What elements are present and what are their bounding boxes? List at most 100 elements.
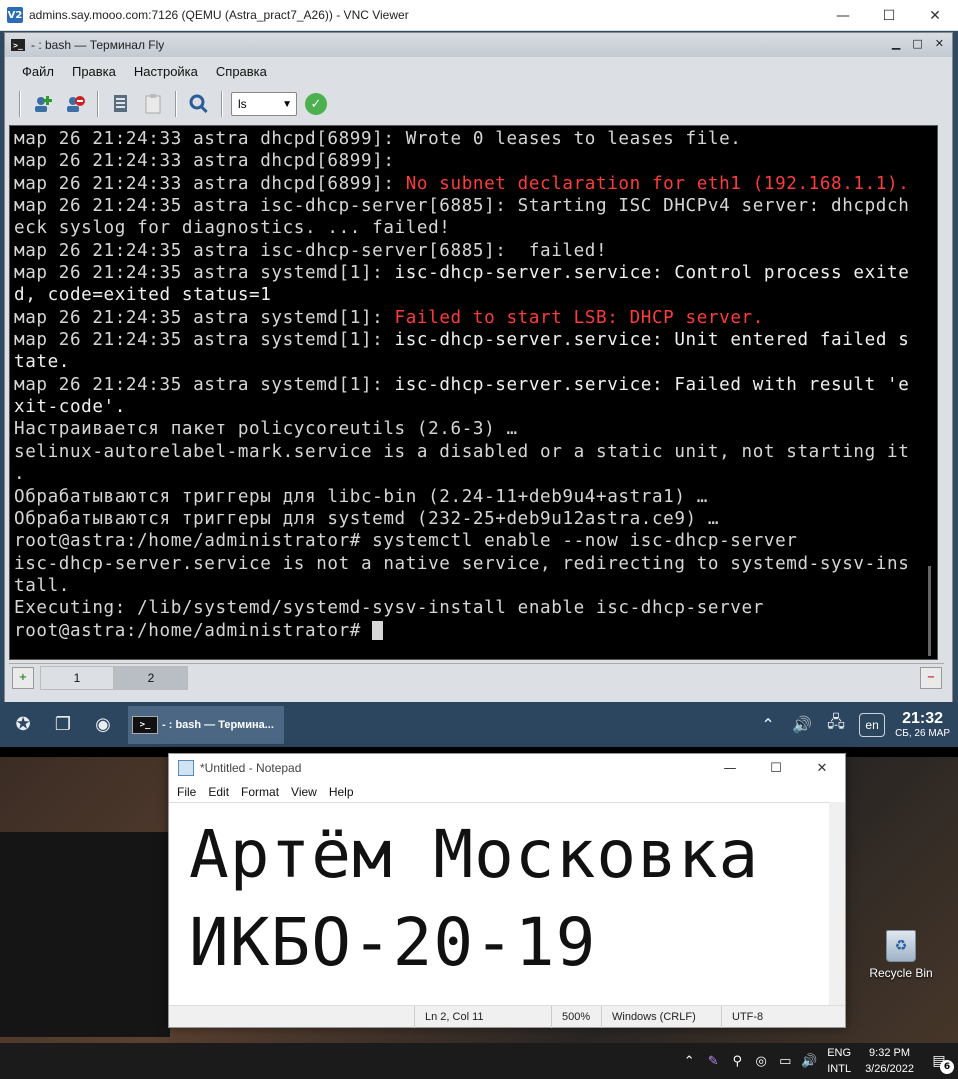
astra-time: 21:32 [902, 710, 943, 727]
terminal-fly-window: >_ - : bash — Терминал Fly ▁ □ ✕ Файл Пр… [4, 32, 953, 725]
notification-center-icon[interactable]: ▤ 6 [928, 1050, 954, 1074]
terminal-maximize-button[interactable]: □ [912, 37, 922, 50]
volume-icon[interactable]: 🔊 [797, 1043, 821, 1079]
paste-icon[interactable] [139, 90, 167, 118]
menu-file[interactable]: Файл [13, 64, 63, 79]
astra-date: СБ, 26 МАР [895, 728, 950, 739]
status-line-ending: Windows (CRLF) [601, 1005, 721, 1028]
terminal-titlebar: >_ - : bash — Терминал Fly ▁ □ ✕ [5, 33, 952, 57]
status-encoding: UTF-8 [721, 1005, 841, 1028]
new-tab-icon[interactable] [29, 90, 57, 118]
input-language[interactable]: ENG INTL [827, 1045, 851, 1077]
terminal-line-highlight: isc-dhcp-server.service: Failed with res… [394, 374, 910, 395]
vnc-maximize-button[interactable]: ☐ [866, 0, 912, 31]
start-menu-icon[interactable]: ✪ [6, 708, 40, 742]
recycle-bin-label: Recycle Bin [869, 966, 933, 980]
terminal-line: xit-code'. [14, 396, 937, 418]
notepad-statusbar: Ln 2, Col 11 500% Windows (CRLF) UTF-8 [169, 1005, 845, 1028]
add-tab-icon[interactable]: + [12, 666, 34, 689]
close-tab-icon[interactable] [61, 90, 89, 118]
copy-icon[interactable] [107, 90, 135, 118]
taskbar-terminal-label: - : bash — Термина... [162, 718, 274, 731]
terminal-tab-2[interactable]: 2 [114, 665, 188, 690]
terminal-line: Executing: /lib/systemd/systemd-sysv-ins… [14, 597, 937, 619]
notepad-line-1: Артём Московка [189, 816, 760, 893]
terminal-line-highlight: Failed to start LSB: DHCP server. [394, 307, 764, 328]
terminal-icon: >_ [11, 39, 25, 51]
terminal-toolbar: ls ▼ ✓ [5, 85, 952, 123]
terminal-line: мар 26 21:24:35 astra systemd[1]: isc-dh… [14, 374, 937, 396]
vnc-tray-icon[interactable]: ◎ [749, 1043, 773, 1079]
terminal-line-highlight: xit-code'. [14, 397, 126, 418]
command-select[interactable]: ls ▼ [231, 92, 297, 116]
vnc-minimize-button[interactable]: — [820, 0, 866, 31]
menu-edit[interactable]: Правка [63, 64, 125, 79]
notepad-menu-edit[interactable]: Edit [204, 785, 233, 799]
terminal-line-text: мар 26 21:24:35 astra systemd[1]: [14, 330, 395, 351]
terminal-title: - : bash — Терминал Fly [31, 38, 165, 52]
terminal-tabbar: + 1 2 − [9, 663, 944, 691]
terminal-line-text: . [14, 464, 26, 485]
vnc-close-button[interactable]: ✕ [912, 0, 958, 31]
toolbar-separator [97, 91, 99, 117]
windows-date: 3/26/2022 [865, 1063, 914, 1075]
terminal-line-text: Обрабатываются триггеры для libc-bin (2.… [14, 486, 708, 507]
notepad-minimize-button[interactable]: — [707, 754, 753, 782]
terminal-line-text: Executing: /lib/systemd/systemd-sysv-ins… [14, 598, 764, 619]
notepad-text-area[interactable]: Артём Московка ИКБО-20-19 [169, 802, 831, 1005]
chevron-down-icon: ▼ [282, 98, 292, 110]
terminal-line-text: Обрабатываются триггеры для systemd (232… [14, 508, 720, 529]
menu-help[interactable]: Справка [207, 64, 276, 79]
volume-icon[interactable]: 🔊 [787, 710, 817, 740]
background-window [0, 832, 170, 1037]
taskbar-terminal-item[interactable]: >_ - : bash — Термина... [128, 705, 284, 744]
terminal-close-button[interactable]: ✕ [935, 37, 944, 50]
vm-screen: >_ - : bash — Терминал Fly ▁ □ ✕ Файл Пр… [0, 31, 958, 747]
terminal-line-text: eck syslog for diagnostics. ... failed! [14, 218, 451, 239]
notepad-scrollbar[interactable] [829, 802, 845, 1005]
terminal-line: eck syslog for diagnostics. ... failed! [14, 217, 937, 239]
network-icon[interactable]: ▭ [773, 1043, 797, 1079]
notepad-menu-view[interactable]: View [287, 785, 321, 799]
terminal-output[interactable]: мар 26 21:24:33 astra dhcpd[6899]: Wrote… [9, 125, 938, 660]
notepad-menu-format[interactable]: Format [237, 785, 283, 799]
meet-icon[interactable]: ⚲ [725, 1043, 749, 1079]
apply-icon[interactable]: ✓ [305, 93, 327, 115]
vnc-logo-icon: V2 [7, 7, 23, 23]
menu-settings[interactable]: Настройка [125, 64, 207, 79]
chevron-up-icon[interactable]: ⌃ [677, 1043, 701, 1079]
terminal-tab-1[interactable]: 1 [40, 665, 114, 690]
status-zoom: 500% [551, 1005, 601, 1028]
terminal-line: мар 26 21:24:35 astra isc-dhcp-server[68… [14, 240, 937, 262]
notepad-menu-help[interactable]: Help [325, 785, 358, 799]
notepad-line-2: ИКБО-20-19 [189, 904, 597, 981]
toolbar-separator [221, 91, 223, 117]
pen-icon[interactable]: ✎ [701, 1043, 725, 1079]
lang-bottom: INTL [827, 1063, 852, 1075]
recycle-bin[interactable]: ♻ Recycle Bin [866, 930, 936, 980]
notepad-menu-file[interactable]: File [173, 785, 200, 799]
astra-taskbar: ✪ ❐ ◉ >_ - : bash — Термина... ⌃ 🔊 🖧 en … [0, 702, 958, 747]
terminal-line: мар 26 21:24:35 astra systemd[1]: isc-dh… [14, 262, 937, 284]
keyboard-layout[interactable]: en [859, 712, 886, 737]
desktops-icon[interactable]: ❐ [46, 708, 80, 742]
terminal-line: isc-dhcp-server.service is not a native … [14, 553, 937, 575]
terminal-line-text: мар 26 21:24:33 astra dhcpd[6899]: [14, 173, 406, 194]
terminal-line: root@astra:/home/administrator# systemct… [14, 530, 937, 552]
chevron-up-icon[interactable]: ⌃ [753, 710, 783, 740]
terminal-line: tate. [14, 351, 937, 373]
remove-tab-icon[interactable]: − [920, 666, 942, 689]
terminal-lines: мар 26 21:24:33 astra dhcpd[6899]: Wrote… [10, 126, 937, 642]
terminal-minimize-button[interactable]: ▁ [892, 37, 900, 50]
windows-clock[interactable]: 9:32 PM 3/26/2022 [865, 1045, 914, 1077]
terminal-line-text: мар 26 21:24:35 astra systemd[1]: [14, 263, 395, 284]
terminal-line-highlight: isc-dhcp-server.service: Control process… [394, 263, 910, 284]
astra-clock[interactable]: 21:32 СБ, 26 МАР [895, 710, 950, 739]
search-icon[interactable] [185, 90, 213, 118]
notepad-maximize-button[interactable]: ☐ [753, 754, 799, 782]
network-icon[interactable]: 🖧 [821, 710, 851, 740]
notepad-close-button[interactable]: ✕ [799, 754, 845, 782]
eye-icon[interactable]: ◉ [86, 708, 120, 742]
notepad-menubar: File Edit Format View Help [169, 782, 845, 802]
terminal-scrollbar[interactable] [928, 566, 931, 656]
